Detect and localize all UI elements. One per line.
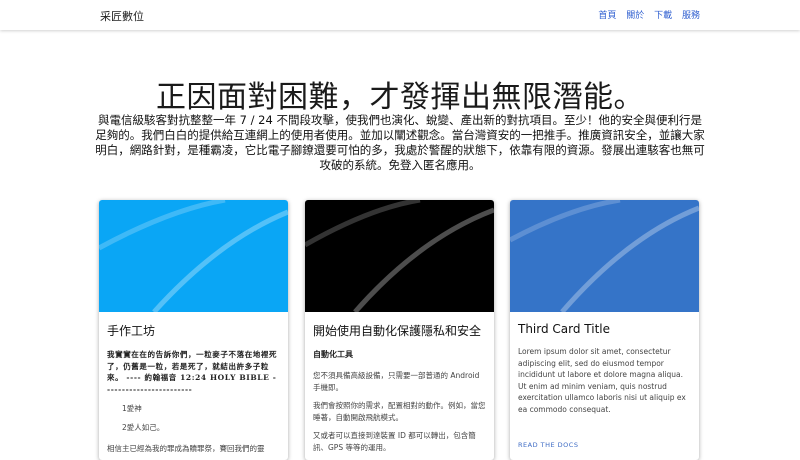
card-media [510, 200, 699, 312]
card-media [99, 200, 288, 312]
card-title: Third Card Title [518, 322, 611, 336]
card-title: 開始使用自動化保護隱私和安全 [313, 324, 482, 338]
brand-logo[interactable]: 采匠數位 [100, 8, 144, 24]
nav-link-home[interactable]: 首頁 [598, 11, 616, 21]
hero-title: 正因面對困難，才發揮出無限潛能。 [156, 80, 644, 115]
card-title: 手作工坊 [107, 324, 156, 338]
card-paragraph: 您不須具備高級設備，只需要一部普通的 Android 手機即。 [313, 371, 480, 392]
card-automation: 開始使用自動化保護隱私和安全 自動化工具 您不須具備高級設備，只需要一部普通的 … [305, 200, 494, 460]
read-docs-link[interactable]: READ THE DOCS [518, 441, 578, 449]
card-paragraph: 我們會按照你的需求，配置相對的動作。例如，當您睡著，自動開啟飛航模式。 [313, 401, 486, 422]
bible-verse: 我實實在在的告訴你們，一粒麥子不落在地裡死了，仍舊是一粒，若是死了，就結出許多子… [107, 350, 278, 394]
decorative-arc-graphic [305, 200, 494, 312]
card-media [305, 200, 494, 312]
nav-link-services[interactable]: 服務 [682, 11, 700, 21]
top-navbar: 采匠數位 首頁 關於 下載 服務 [0, 0, 800, 30]
nav-link-download[interactable]: 下載 [654, 11, 672, 21]
list-item: 1愛神 [122, 404, 142, 413]
card-third: Third Card Title Lorem ipsum dolor sit a… [510, 200, 699, 460]
decorative-arc-graphic [510, 200, 699, 312]
card-subheading: 自動化工具 [313, 350, 353, 359]
card-text: Lorem ipsum dolor sit amet, consectetur … [518, 347, 686, 414]
hero-text: 與電信級駭客對抗整整一年 7 / 24 不間段攻擊，使我們也演化、蛻變、產出新的… [95, 113, 705, 172]
nav-link-about[interactable]: 關於 [626, 11, 644, 21]
nav-links: 首頁 關於 下載 服務 [591, 8, 700, 21]
card-text: 相信主已經為我的罪成為贖罪祭，賽回我們的靈 [107, 444, 265, 453]
card-handmade: 手作工坊 我實實在在的告訴你們，一粒麥子不落在地裡死了，仍舊是一粒，若是死了，就… [99, 200, 288, 460]
list-item: 2愛人如己。 [122, 423, 165, 432]
decorative-arc-graphic [99, 200, 288, 312]
